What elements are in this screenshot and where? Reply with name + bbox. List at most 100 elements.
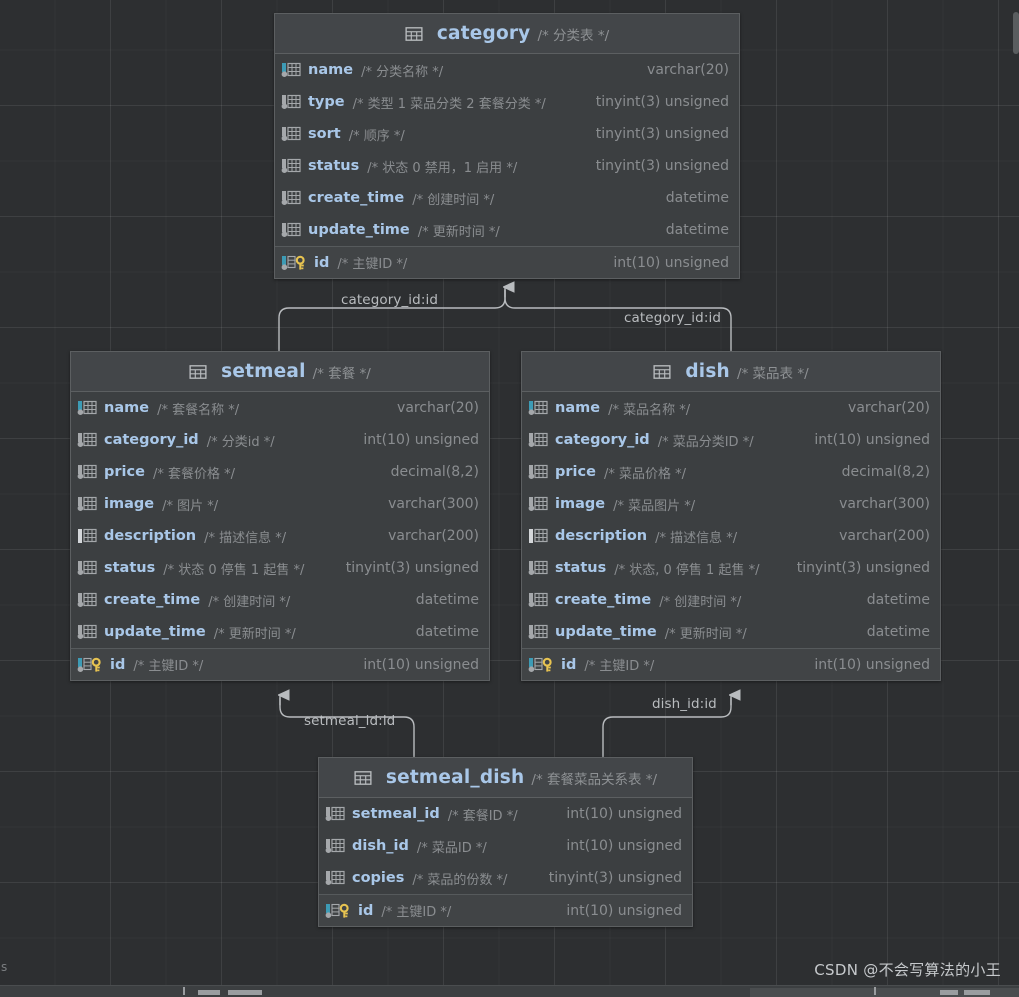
table-category[interactable]: category /* 分类表 */ name /* 分类名称 */ varchar… (274, 13, 740, 279)
table-row[interactable]: name /* 套餐名称 */ varchar(20) (71, 392, 489, 424)
column-name: name (308, 62, 354, 78)
column-name: status (555, 560, 607, 576)
column-type: decimal(8,2) (841, 464, 930, 480)
column-icon (281, 93, 301, 111)
table-row[interactable]: create_time /* 创建时间 */ datetime (522, 584, 940, 616)
table-row[interactable]: description /* 描述信息 */ varchar(200) (71, 520, 489, 552)
column-comment: /* 状态, 0 停售 1 起售 */ (614, 562, 760, 578)
table-header-dish[interactable]: dish /* 菜品表 */ (522, 352, 940, 392)
er-diagram-canvas[interactable]: category_id:id category_id:id setmeal_id… (0, 0, 1019, 997)
table-row[interactable]: update_time /* 更新时间 */ datetime (275, 214, 739, 246)
table-row[interactable]: update_time /* 更新时间 */ datetime (522, 616, 940, 648)
table-row[interactable]: name /* 菜品名称 */ varchar(20) (522, 392, 940, 424)
table-row[interactable]: id /* 主键ID */ int(10) unsigned (275, 246, 739, 278)
table-row[interactable]: create_time /* 创建时间 */ datetime (275, 182, 739, 214)
table-name-dish: dish (685, 361, 730, 382)
table-dish[interactable]: dish /* 菜品表 */ name /* 菜品名称 */ varchar(20)… (521, 351, 941, 681)
column-comment: /* 顺序 */ (348, 128, 405, 144)
table-name-setmeal-dish: setmeal_dish (385, 767, 525, 788)
table-row[interactable]: setmeal_id /* 套餐ID */ int(10) unsigned (319, 798, 692, 830)
column-icon (281, 157, 301, 175)
column-comment: /* 分类名称 */ (361, 64, 444, 80)
column-type: tinyint(3) unsigned (548, 870, 682, 886)
column-type: varchar(200) (388, 528, 479, 544)
column-type: datetime (866, 624, 930, 640)
column-comment: /* 类型 1 菜品分类 2 套餐分类 */ (352, 96, 546, 112)
table-row[interactable]: dish_id /* 菜品ID */ int(10) unsigned (319, 830, 692, 862)
column-type: int(10) unsigned (566, 902, 682, 919)
table-grid-icon (354, 769, 372, 787)
table-row[interactable]: status /* 状态, 0 停售 1 起售 */ tinyint(3) unsi… (522, 552, 940, 584)
toolbar-chip (198, 990, 220, 995)
table-comment-setmeal: /* 套餐 */ (312, 365, 371, 382)
column-type: tinyint(3) unsigned (796, 560, 930, 576)
column-name: update_time (308, 222, 410, 238)
column-name: status (308, 158, 360, 174)
column-icon (325, 837, 345, 855)
table-row[interactable]: description /* 描述信息 */ varchar(200) (522, 520, 940, 552)
column-icon (528, 431, 548, 449)
table-row[interactable]: name /* 分类名称 */ varchar(20) (275, 54, 739, 86)
column-name: id (110, 656, 126, 673)
table-header-setmeal-dish[interactable]: setmeal_dish /* 套餐菜品关系表 */ (319, 758, 692, 798)
column-type: decimal(8,2) (390, 464, 479, 480)
column-icon (528, 495, 548, 513)
column-type: varchar(20) (647, 62, 729, 78)
table-row[interactable]: image /* 菜品图片 */ varchar(300) (522, 488, 940, 520)
column-icon (528, 463, 548, 481)
table-setmeal-dish[interactable]: setmeal_dish /* 套餐菜品关系表 */ setmeal_id /* … (318, 757, 693, 927)
table-comment-category: /* 分类表 */ (537, 27, 610, 44)
vertical-scrollbar-thumb[interactable] (1013, 12, 1019, 54)
column-comment: /* 更新时间 */ (417, 224, 500, 240)
table-header-setmeal[interactable]: setmeal /* 套餐 */ (71, 352, 489, 392)
toolbar-chip (940, 990, 958, 995)
column-type: datetime (665, 222, 729, 238)
table-grid-icon (653, 363, 671, 381)
column-type: datetime (866, 592, 930, 608)
column-type: int(10) unsigned (363, 432, 479, 448)
table-row[interactable]: sort /* 顺序 */ tinyint(3) unsigned (275, 118, 739, 150)
table-row[interactable]: type /* 类型 1 菜品分类 2 套餐分类 */ tinyint(3) uns… (275, 86, 739, 118)
column-list-dish: name /* 菜品名称 */ varchar(20) category_id /* 菜… (522, 392, 940, 680)
column-type: tinyint(3) unsigned (595, 158, 729, 174)
column-type: tinyint(3) unsigned (345, 560, 479, 576)
column-comment: /* 更新时间 */ (664, 626, 747, 642)
table-header-category[interactable]: category /* 分类表 */ (275, 14, 739, 54)
column-icon (77, 431, 97, 449)
table-row[interactable]: create_time /* 创建时间 */ datetime (71, 584, 489, 616)
column-name: description (104, 528, 197, 544)
table-row[interactable]: id /* 主键ID */ int(10) unsigned (522, 648, 940, 680)
table-setmeal[interactable]: setmeal /* 套餐 */ name /* 套餐名称 */ varchar(2… (70, 351, 490, 681)
column-comment: /* 状态 0 禁用，1 启用 */ (367, 160, 518, 176)
primary-key-icon (281, 254, 307, 272)
table-row[interactable]: status /* 状态 0 禁用，1 启用 */ tinyint(3) unsig… (275, 150, 739, 182)
column-comment: /* 菜品ID */ (416, 840, 487, 856)
column-name: description (555, 528, 648, 544)
table-row[interactable]: category_id /* 菜品分类ID */ int(10) unsigned (522, 424, 940, 456)
table-grid-icon (189, 363, 207, 381)
bottom-toolbar-strip (0, 985, 1019, 997)
column-comment: /* 创建时间 */ (659, 594, 742, 610)
table-row[interactable]: image /* 图片 */ varchar(300) (71, 488, 489, 520)
column-name: name (104, 400, 150, 416)
column-icon (325, 869, 345, 887)
column-list-setmeal: name /* 套餐名称 */ varchar(20) category_id /* 分… (71, 392, 489, 680)
table-row[interactable]: update_time /* 更新时间 */ datetime (71, 616, 489, 648)
column-name: price (555, 464, 596, 480)
column-name: create_time (104, 592, 201, 608)
table-row[interactable]: status /* 状态 0 停售 1 起售 */ tinyint(3) unsig… (71, 552, 489, 584)
column-type: tinyint(3) unsigned (595, 94, 729, 110)
table-row[interactable]: id /* 主键ID */ int(10) unsigned (319, 894, 692, 926)
column-comment: /* 描述信息 */ (655, 530, 738, 546)
column-icon (77, 623, 97, 641)
column-name: name (555, 400, 601, 416)
toolbar-divider (183, 987, 185, 995)
table-row[interactable]: id /* 主键ID */ int(10) unsigned (71, 648, 489, 680)
column-name: status (104, 560, 156, 576)
table-row[interactable]: copies /* 菜品的份数 */ tinyint(3) unsigned (319, 862, 692, 894)
table-row[interactable]: price /* 套餐价格 */ decimal(8,2) (71, 456, 489, 488)
column-comment: /* 套餐价格 */ (152, 466, 235, 482)
table-row[interactable]: category_id /* 分类id */ int(10) unsigned (71, 424, 489, 456)
column-list-category: name /* 分类名称 */ varchar(20) type /* 类型 1 菜品分… (275, 54, 739, 278)
table-row[interactable]: price /* 菜品价格 */ decimal(8,2) (522, 456, 940, 488)
